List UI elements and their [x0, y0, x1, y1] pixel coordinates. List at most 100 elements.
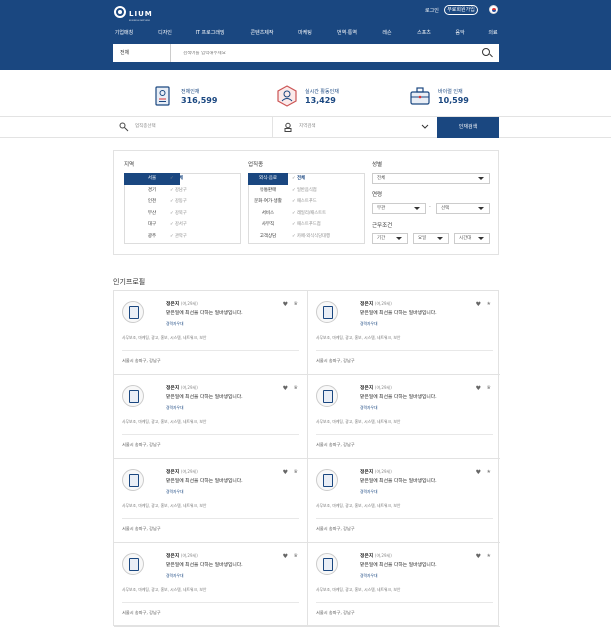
- person-pin-icon: [284, 122, 292, 132]
- profile-name: 정은지 (여,29세): [360, 553, 392, 559]
- nav-item[interactable]: 음악: [455, 29, 464, 36]
- search-bar: 전체: [113, 44, 499, 62]
- language-flag-icon[interactable]: [489, 5, 498, 14]
- signup-button[interactable]: 무료회원가입: [444, 5, 478, 15]
- nav-item[interactable]: 기업매칭: [115, 29, 133, 36]
- nav-item[interactable]: 마케팅: [298, 29, 312, 36]
- talent-search-button[interactable]: 인재검색: [437, 117, 499, 138]
- age-from-select[interactable]: 무관: [372, 203, 426, 214]
- stat-value: 316,599: [181, 95, 218, 105]
- gender-select[interactable]: 전체: [372, 173, 490, 184]
- heart-icon[interactable]: ♥: [283, 553, 288, 560]
- district-item[interactable]: 전체: [170, 173, 187, 185]
- region-title: 지역: [124, 162, 135, 168]
- stat-total: 전체인재 316,599: [151, 77, 217, 115]
- profile-card[interactable]: 정은지 (여,29세) 맡은일에 최선을 다하는 일바생입니다. 경력자우대 사…: [307, 291, 500, 375]
- stat-value: 13,429: [305, 95, 336, 105]
- profile-location: 서울시 송파구, 강남구: [122, 610, 161, 615]
- job-sub-item[interactable]: 레일리/패스트트: [292, 208, 330, 220]
- divider: [122, 434, 299, 435]
- profile-card[interactable]: 정은지 (여,29세) 맡은일에 최선을 다하는 일바생입니다. 경력자우대 사…: [114, 375, 307, 459]
- avatar: [316, 469, 338, 491]
- job-sub-item[interactable]: 전체: [292, 173, 330, 185]
- profile-headline: 맡은일에 최선을 다하는 일바생입니다.: [360, 563, 437, 568]
- nav-item[interactable]: 스포츠: [417, 29, 431, 36]
- profile-location: 서울시 송파구, 강남구: [316, 526, 355, 531]
- profile-tag: 경력자우대: [166, 321, 184, 326]
- login-link[interactable]: 로그인: [425, 7, 439, 14]
- logo-text: LIUM: [129, 9, 153, 18]
- profile-tag: 경력자우대: [360, 321, 378, 326]
- profile-card[interactable]: 정은지 (여,29세) 맡은일에 최선을 다하는 일바생입니다. 경력자우대 사…: [307, 543, 500, 627]
- divider: [122, 518, 299, 519]
- crown-icon: ♛: [293, 553, 298, 559]
- district-item[interactable]: 강남구: [170, 185, 187, 197]
- profile-name: 정은지 (여,29세): [166, 301, 198, 307]
- heart-icon[interactable]: ♥: [476, 385, 481, 392]
- heart-icon[interactable]: ♥: [476, 469, 481, 476]
- district-item[interactable]: 관악구: [170, 231, 187, 243]
- avatar: [122, 553, 144, 575]
- nav-item[interactable]: 디자인: [158, 29, 172, 36]
- district-item[interactable]: 강북구: [170, 208, 187, 220]
- filter-panel: 지역 서울 경기 인천 부산 대구 광주 전체 강남구 강동구 강북구 강서구 …: [113, 150, 499, 255]
- job-sub-item[interactable]: 패스트푸드: [292, 196, 330, 208]
- profile-card[interactable]: 정은지 (여,29세) 맡은일에 최선을 다하는 일바생입니다. 경력자우대 사…: [114, 291, 307, 375]
- profile-name: 정은지 (여,29세): [166, 385, 198, 391]
- job-item[interactable]: 문화·여가·생활: [248, 196, 288, 208]
- profile-headline: 맡은일에 최선을 다하는 일바생입니다.: [166, 311, 243, 316]
- district-item[interactable]: 강서구: [170, 219, 187, 231]
- avatar: [316, 385, 338, 407]
- work-day-select[interactable]: 요일: [413, 233, 449, 244]
- work-period-select[interactable]: 기간: [372, 233, 408, 244]
- nav-item[interactable]: 의료: [488, 29, 497, 36]
- profile-card[interactable]: 정은지 (여,29세) 맡은일에 최선을 다하는 일바생입니다. 경력자우대 사…: [114, 543, 307, 627]
- profile-location: 서울시 송파구, 강남구: [316, 442, 355, 447]
- divider: [316, 434, 493, 435]
- region-field[interactable]: 지역검색: [275, 117, 435, 137]
- heart-icon[interactable]: ♥: [283, 301, 288, 308]
- profile-card[interactable]: 정은지 (여,29세) 맡은일에 최선을 다하는 일바생입니다. 경력자우대 사…: [114, 459, 307, 543]
- divider: [316, 350, 493, 351]
- gender-title: 성별: [372, 162, 383, 168]
- nav-item[interactable]: IT 프로그래밍: [195, 29, 224, 36]
- stat-value: 10,599: [438, 95, 469, 105]
- profile-card[interactable]: 정은지 (여,29세) 맡은일에 최선을 다하는 일바생입니다. 경력자우대 사…: [307, 459, 500, 543]
- divider: [122, 350, 299, 351]
- heart-icon[interactable]: ♥: [283, 469, 288, 476]
- logo-icon: [114, 5, 126, 18]
- logo-subtext: BUSINESS MATCHING: [129, 19, 151, 22]
- job-category-field[interactable]: 업직종선택: [113, 117, 273, 137]
- heart-icon[interactable]: ♥: [283, 385, 288, 392]
- job-sub-item[interactable]: 일반음식점: [292, 185, 330, 197]
- job-item[interactable]: 유통판매: [248, 185, 288, 197]
- profile-location: 서울시 송파구, 강남구: [316, 358, 355, 363]
- popular-profiles-title: 인기프로필: [113, 278, 146, 286]
- job-title: 업직종: [248, 162, 264, 168]
- job-item[interactable]: 외식·음료: [248, 173, 288, 185]
- star-icon: ★: [486, 553, 491, 559]
- job-sub-item[interactable]: 패스트푸드점: [292, 219, 330, 231]
- chevron-down-icon: [421, 124, 429, 129]
- profile-headline: 맡은일에 최선을 다하는 일바생입니다.: [360, 311, 437, 316]
- profile-grid: 정은지 (여,29세) 맡은일에 최선을 다하는 일바생입니다. 경력자우대 사…: [113, 290, 500, 627]
- district-item[interactable]: 강동구: [170, 196, 187, 208]
- nav-item[interactable]: 콘텐츠제작: [250, 29, 273, 36]
- search-icon[interactable]: [479, 45, 495, 61]
- job-item[interactable]: 서비스: [248, 208, 288, 220]
- profile-tag: 경력자우대: [166, 489, 184, 494]
- nav-item[interactable]: 번역·통역: [337, 29, 357, 36]
- heart-icon[interactable]: ♥: [476, 553, 481, 560]
- job-item[interactable]: 고객상담: [248, 231, 288, 243]
- profile-card[interactable]: 정은지 (여,29세) 맡은일에 최선을 다하는 일바생입니다. 경력자우대 사…: [307, 375, 500, 459]
- age-to-select[interactable]: 선택: [436, 203, 490, 214]
- nav-item[interactable]: 레슨: [382, 29, 391, 36]
- heart-icon[interactable]: ♥: [476, 301, 481, 308]
- stat-viral: 바이럴 인재 10,599: [408, 77, 469, 115]
- job-sub-item[interactable]: 카페·외식식당대행: [292, 231, 330, 243]
- job-item[interactable]: 사무직: [248, 219, 288, 231]
- work-time-select[interactable]: 시간대: [454, 233, 490, 244]
- logo[interactable]: LIUM BUSINESS MATCHING: [114, 4, 159, 22]
- search-category-select[interactable]: 전체: [113, 44, 171, 62]
- search-input[interactable]: [171, 50, 479, 56]
